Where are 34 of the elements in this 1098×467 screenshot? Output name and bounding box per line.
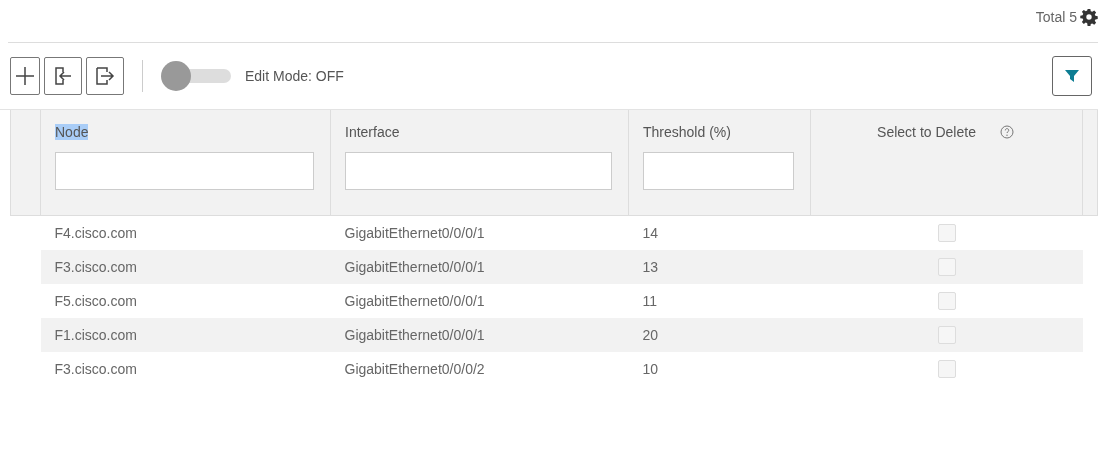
- total-count: Total 5: [1035, 9, 1077, 25]
- table-cell: 13: [628, 249, 811, 284]
- filter-button[interactable]: [1052, 56, 1092, 96]
- import-button[interactable]: [44, 57, 82, 95]
- table-cell: 20: [628, 317, 811, 352]
- column-header: Threshold (%): [643, 124, 731, 140]
- plus-icon: [14, 65, 36, 87]
- help-icon[interactable]: [999, 125, 1014, 139]
- filter-field[interactable]: [345, 152, 612, 190]
- table-cell: F1.cisco.com: [40, 317, 331, 352]
- settings-icon[interactable]: [1080, 8, 1098, 26]
- table-cell: GigabitEthernet0/0/0/1: [330, 249, 629, 284]
- filter-icon: [1064, 68, 1080, 84]
- table-cell: 10: [628, 351, 811, 386]
- table-cell: F3.cisco.com: [40, 249, 331, 284]
- table-cell: 14: [628, 215, 811, 250]
- table-cell: GigabitEthernet0/0/0/1: [330, 283, 629, 318]
- add-button[interactable]: [10, 57, 40, 95]
- table-cell: GigabitEthernet0/0/0/1: [330, 317, 629, 352]
- column-header: Interface: [345, 124, 400, 140]
- column-header: Select to Delete: [877, 124, 976, 140]
- table-cell: F4.cisco.com: [40, 215, 331, 250]
- edit-mode-label: Edit Mode: OFF: [245, 68, 344, 84]
- table-cell: GigabitEthernet0/0/0/2: [330, 351, 629, 386]
- table-cell: F5.cisco.com: [40, 283, 331, 318]
- export-icon: [93, 64, 117, 88]
- filter-field[interactable]: [643, 152, 794, 190]
- column-header: Node: [55, 124, 89, 140]
- table-cell: GigabitEthernet0/0/0/1: [330, 215, 629, 250]
- table-cell: 11: [628, 283, 811, 318]
- table-cell: F3.cisco.com: [40, 351, 331, 386]
- edit-mode-toggle[interactable]: [161, 61, 231, 91]
- filter-field[interactable]: [55, 152, 314, 190]
- export-button[interactable]: [86, 57, 124, 95]
